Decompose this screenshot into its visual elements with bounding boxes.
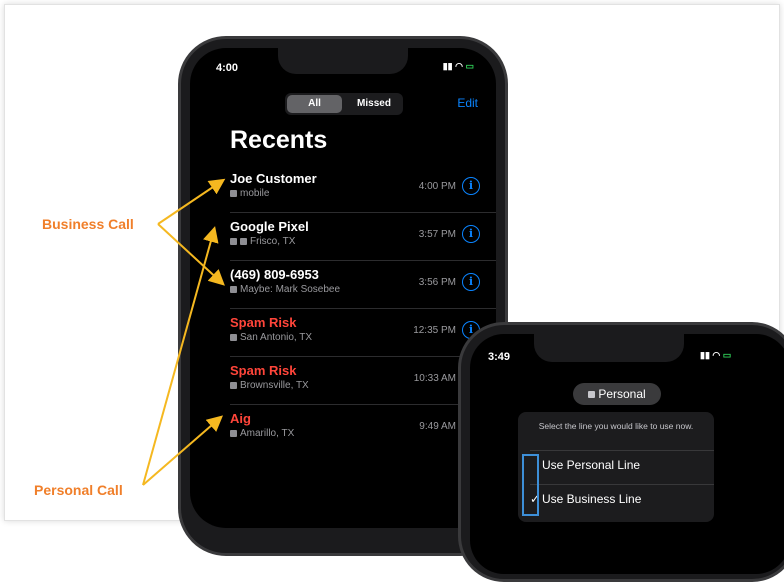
arrow-personal-2 — [142, 415, 224, 486]
arrow-business-1 — [157, 178, 226, 225]
arrow-personal-1 — [142, 226, 219, 486]
annotation-arrows — [142, 178, 226, 486]
